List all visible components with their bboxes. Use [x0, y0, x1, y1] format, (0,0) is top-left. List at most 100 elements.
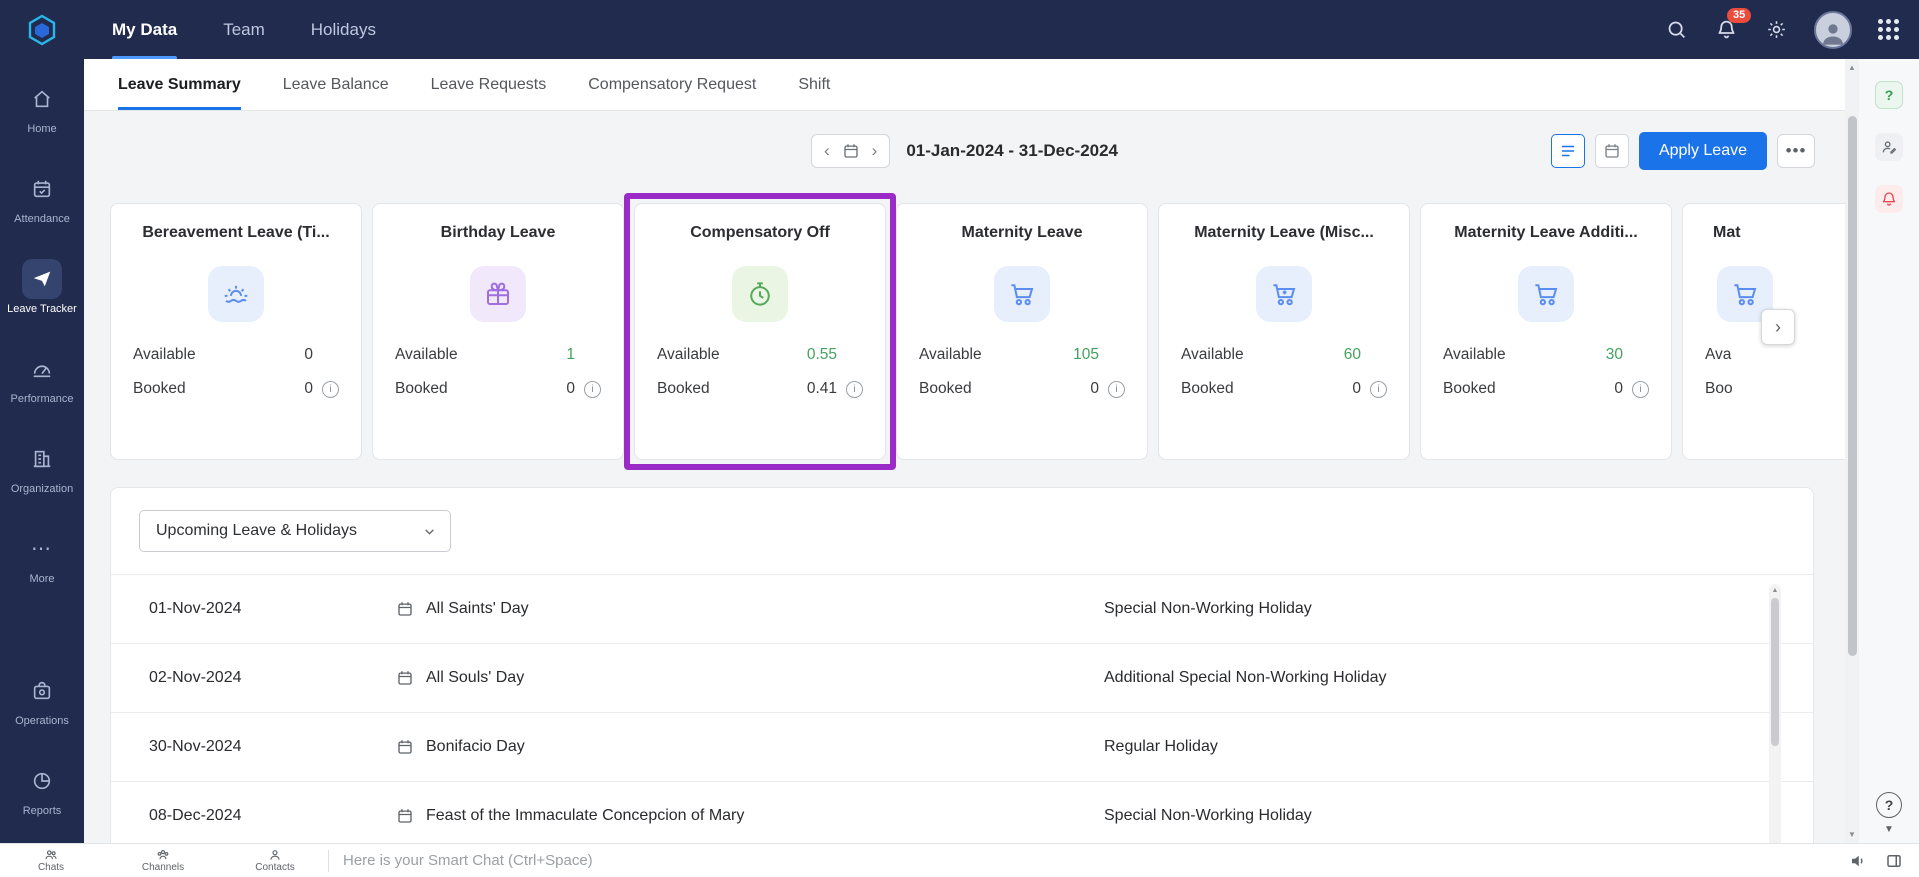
contacts-label: Contacts: [255, 862, 295, 873]
gift-icon: [470, 266, 526, 322]
card-title: Birthday Leave: [440, 224, 556, 241]
app-logo[interactable]: [0, 13, 84, 47]
feedback-user-icon[interactable]: [1875, 133, 1903, 161]
available-label: Available: [919, 346, 982, 363]
info-icon[interactable]: i: [1632, 380, 1649, 398]
tab-leave-requests[interactable]: Leave Requests: [431, 59, 547, 110]
top-navigation: My Data Team Holidays: [112, 0, 376, 59]
available-label: Ava: [1705, 346, 1732, 363]
table-row[interactable]: 02-Nov-2024 All Souls' Day Additional Sp…: [111, 644, 1813, 713]
calendar-view-toggle[interactable]: [1594, 134, 1629, 168]
next-period-button[interactable]: ›: [872, 141, 878, 161]
topnav-team[interactable]: Team: [223, 0, 265, 59]
tab-compensatory-request[interactable]: Compensatory Request: [588, 59, 756, 110]
leave-type-card-birthday[interactable]: Birthday Leave Available 1 Booked 0 i: [372, 203, 624, 460]
booked-label: Boo: [1705, 380, 1733, 397]
tab-label: Leave Requests: [430, 75, 547, 93]
sidebar-item-performance[interactable]: Performance: [0, 337, 84, 417]
speaker-icon[interactable]: [1849, 852, 1867, 870]
topnav-label: Holidays: [310, 19, 376, 39]
sidebar-item-leave-tracker[interactable]: Leave Tracker: [0, 247, 84, 327]
info-icon[interactable]: i: [846, 380, 863, 398]
topnav-my-data[interactable]: My Data: [112, 0, 178, 59]
table-scrollbar[interactable]: ▲: [1769, 584, 1781, 843]
table-row[interactable]: 30-Nov-2024 Bonifacio Day Regular Holida…: [111, 713, 1813, 782]
info-icon[interactable]: i: [322, 380, 339, 398]
contacts-button[interactable]: Contacts: [238, 848, 312, 873]
sidebar-item-home[interactable]: Home: [0, 67, 84, 147]
help-guide-icon[interactable]: ?: [1875, 81, 1903, 109]
sidebar-label: More: [29, 573, 55, 585]
contacts-icon: [270, 850, 280, 860]
available-label: Available: [1443, 346, 1506, 363]
sidebar-item-operations[interactable]: Operations: [0, 659, 84, 739]
leave-tabs: Leave Summary Leave Balance Leave Reques…: [84, 59, 1845, 111]
list-view-toggle[interactable]: [1550, 134, 1585, 168]
booked-value: 0: [304, 380, 313, 397]
prev-period-button[interactable]: ‹: [824, 141, 830, 161]
scrollbar-thumb[interactable]: [1847, 116, 1857, 656]
apps-grid-icon[interactable]: [1878, 19, 1899, 40]
scroll-down-arrow[interactable]: ▼: [1848, 826, 1856, 843]
holiday-date: 30-Nov-2024: [149, 738, 242, 755]
apply-leave-button[interactable]: Apply Leave: [1638, 132, 1767, 170]
info-icon[interactable]: i: [1108, 380, 1125, 398]
sidebar-item-attendance[interactable]: Attendance: [0, 157, 84, 237]
user-avatar[interactable]: [1814, 10, 1852, 49]
sidebar-item-organization[interactable]: Organization: [0, 427, 84, 507]
leave-type-card-maternity-misc[interactable]: Maternity Leave (Misc... Available 60 Boo…: [1158, 203, 1410, 460]
chats-button[interactable]: Chats: [14, 848, 88, 873]
upcoming-holidays-panel: Upcoming Leave & Holidays 01-Nov-2024 Al…: [110, 487, 1814, 843]
smart-chat-input[interactable]: [341, 851, 1849, 870]
info-icon[interactable]: i: [584, 380, 601, 398]
card-title: Compensatory Off: [690, 224, 830, 241]
main-area: Leave Summary Leave Balance Leave Reques…: [84, 59, 1845, 843]
sidebar-item-reports[interactable]: Reports: [0, 749, 84, 829]
search-icon[interactable]: [1664, 18, 1688, 42]
table-row[interactable]: 01-Nov-2024 All Saints' Day Special Non-…: [111, 575, 1813, 644]
cards-scroll-right-button[interactable]: ›: [1761, 309, 1795, 345]
booked-value: 0: [566, 380, 575, 397]
tab-leave-summary[interactable]: Leave Summary: [118, 59, 241, 110]
card-title: Maternity Leave Additi...: [1454, 224, 1638, 241]
info-icon[interactable]: i: [1370, 380, 1387, 398]
settings-gear-icon[interactable]: [1764, 18, 1788, 42]
leave-type-card-maternity-additional[interactable]: Maternity Leave Additi... Available 30 Bo…: [1420, 203, 1672, 460]
table-row[interactable]: 08-Dec-2024 Feast of the Immaculate Conc…: [111, 782, 1813, 843]
more-options-button[interactable]: •••: [1777, 134, 1815, 168]
chevron-down-icon[interactable]: ▼: [1884, 824, 1894, 835]
topnav-holidays[interactable]: Holidays: [311, 0, 376, 59]
leave-cards-row: Bereavement Leave (Ti... Available 0 Book…: [110, 191, 1845, 481]
available-value: 0.55: [806, 346, 837, 363]
tab-label: Shift: [798, 75, 831, 93]
sidebar-item-more[interactable]: ⋯ More: [0, 517, 84, 597]
calendar-icon[interactable]: [842, 142, 860, 160]
chats-label: Chats: [37, 862, 65, 873]
sunset-icon: [208, 266, 264, 322]
holiday-type: Additional Special Non-Working Holiday: [1104, 669, 1387, 686]
more-ellipsis-icon: ⋯: [31, 538, 53, 560]
leave-type-card-maternity[interactable]: Maternity Leave Available 105 Booked 0 i: [896, 203, 1148, 460]
holiday-name: All Saints' Day: [426, 600, 529, 617]
notifications-bell-icon[interactable]: 35: [1714, 7, 1752, 42]
help-icon[interactable]: ?: [1876, 792, 1902, 818]
channels-button[interactable]: Channels: [126, 848, 200, 873]
scrollbar-thumb[interactable]: [1771, 598, 1779, 746]
card-title: Mat: [1713, 224, 1741, 241]
holiday-type: Special Non-Working Holiday: [1104, 807, 1312, 824]
leave-type-card-bereavement[interactable]: Bereavement Leave (Ti... Available 0 Book…: [110, 203, 362, 460]
tab-leave-balance[interactable]: Leave Balance: [283, 59, 389, 110]
toolbar: ‹ › 01-Jan-2024 - 31-Dec-2024 Apply Leav…: [84, 111, 1845, 191]
tab-shift[interactable]: Shift: [798, 59, 830, 110]
leave-type-card-compensatory-off[interactable]: Compensatory Off Available 0.55 Booked 0.4…: [624, 193, 896, 470]
holiday-type: Special Non-Working Holiday: [1104, 600, 1312, 617]
holidays-filter-dropdown[interactable]: Upcoming Leave & Holidays: [139, 510, 451, 552]
available-value: 105: [1073, 346, 1099, 363]
available-label: Available: [133, 346, 196, 363]
date-navigator: ‹ ›: [810, 134, 891, 168]
scroll-up-arrow[interactable]: ▲: [1848, 59, 1856, 76]
calendar-icon: [398, 809, 412, 823]
side-panel-icon[interactable]: [1885, 852, 1903, 870]
announcement-bell-icon[interactable]: [1875, 185, 1903, 213]
page-scrollbar[interactable]: ▲ ▼: [1845, 59, 1859, 843]
